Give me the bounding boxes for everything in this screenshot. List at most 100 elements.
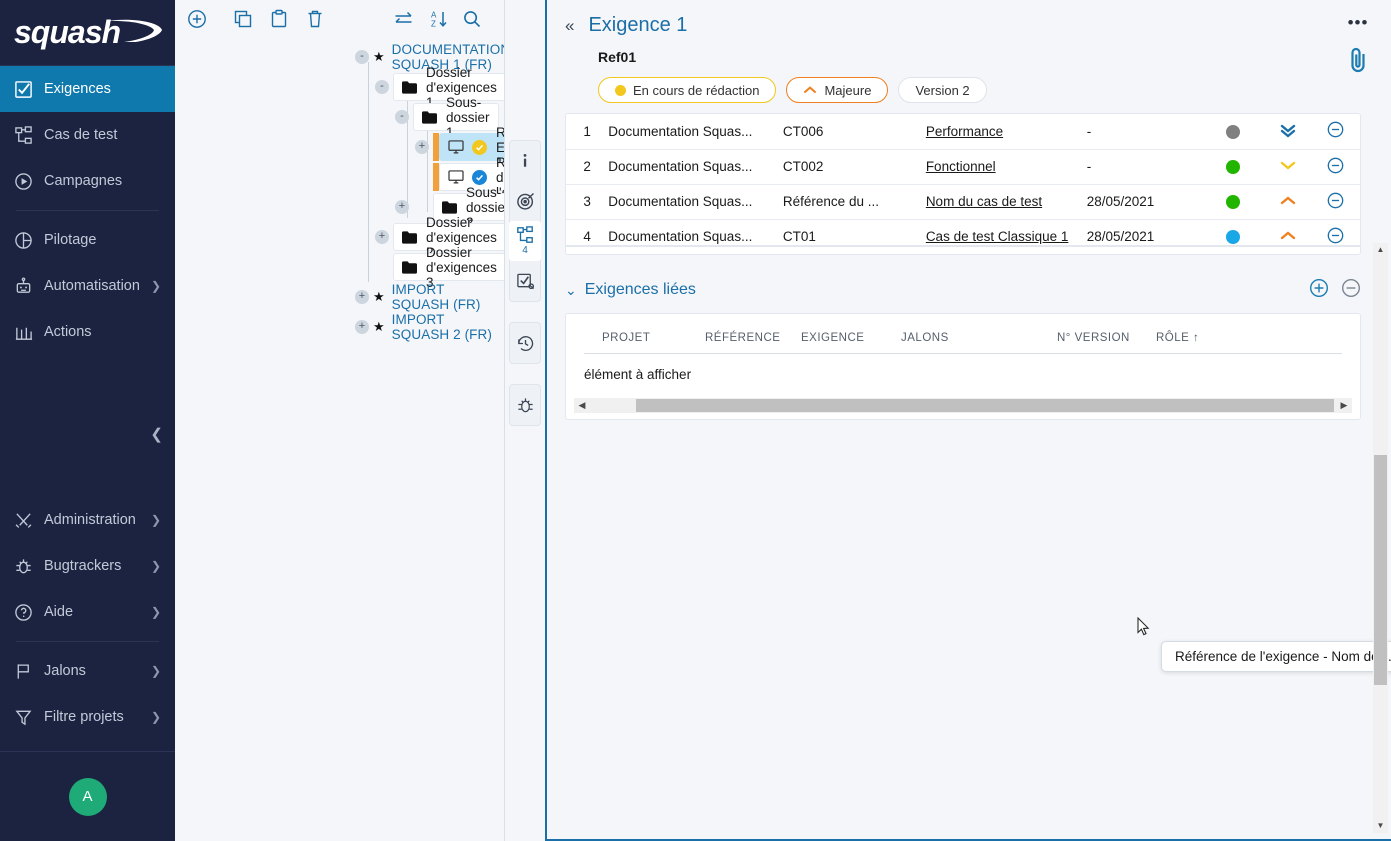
linked-test-cases-icon[interactable]: 4 (509, 221, 541, 261)
app-logo[interactable]: squash (0, 0, 175, 66)
sidebar-item-jalons[interactable]: Jalons ❯ (0, 648, 175, 694)
more-options-icon[interactable]: ••• (1348, 14, 1369, 31)
test-case-link[interactable]: Performance (926, 124, 1003, 139)
version-badge[interactable]: Version 2 (898, 77, 986, 103)
priority-badge[interactable]: Majeure (786, 77, 888, 103)
column-header-projet[interactable]: PROJET (602, 332, 705, 344)
folder-icon (422, 111, 437, 124)
tree-expander[interactable]: - (375, 80, 389, 94)
test-case-link[interactable]: Fonctionnel (926, 159, 996, 174)
scroll-right-arrow-icon[interactable]: ▶ (1336, 400, 1352, 411)
sidebar-item-automatisation[interactable]: Automatisation ❯ (0, 263, 175, 309)
tree-node-requirement[interactable]: Référence de l'exigence... (175, 162, 504, 192)
tree-expander[interactable]: + (415, 140, 429, 154)
tree-expander[interactable]: + (375, 230, 389, 244)
row-remove[interactable] (1311, 184, 1360, 219)
column-header-reference[interactable]: RÉFÉRENCE (705, 332, 801, 344)
version-label: Version 2 (915, 83, 969, 98)
paperclip-icon[interactable] (1347, 45, 1369, 80)
tree-expander[interactable]: - (355, 50, 369, 64)
table-row[interactable]: 1 Documentation Squas... CT006 Performan… (566, 114, 1360, 149)
sidebar-item-administration[interactable]: Administration ❯ (0, 497, 175, 543)
sidebar-item-filtre-projets[interactable]: Filtre projets ❯ (0, 694, 175, 740)
sidebar-item-exigences[interactable]: Exigences (0, 66, 175, 112)
sort-asc-icon: ↑ (1193, 332, 1199, 344)
tree-node-label[interactable]: IMPORT SQUASH (FR) (392, 282, 504, 312)
tree-node-label[interactable]: IMPORT SQUASH 2 (FR) (392, 312, 504, 342)
status-badge[interactable]: En cours de rédaction (598, 77, 776, 103)
sidebar-item-aide[interactable]: Aide ❯ (0, 589, 175, 635)
double-chevron-left-icon[interactable]: « (565, 17, 574, 34)
row-name[interactable]: Cas de test Classique 1 (926, 219, 1087, 254)
table-row[interactable]: 4 Documentation Squas... CT01 Cas de tes… (566, 219, 1360, 254)
row-name[interactable]: Nom du cas de test (926, 184, 1087, 219)
scroll-left-arrow-icon[interactable]: ◀ (574, 400, 590, 411)
linked-test-cases-card: 1 Documentation Squas... CT006 Performan… (565, 113, 1361, 255)
tree-node-box[interactable]: Dossier d'exigences 3 (393, 253, 505, 281)
tree-node-project[interactable]: + ★ IMPORT SQUASH (FR) (175, 282, 504, 312)
filter-icon (14, 708, 44, 727)
sidebar-item-campagnes[interactable]: Campagnes (0, 158, 175, 204)
sort-az-icon[interactable]: AZ (428, 9, 448, 29)
table-row[interactable]: 2 Documentation Squas... CT002 Fonctionn… (566, 149, 1360, 184)
add-circle-icon[interactable] (1309, 278, 1329, 303)
add-icon[interactable] (187, 9, 207, 29)
move-icon[interactable] (393, 9, 414, 29)
table-row[interactable]: 3 Documentation Squas... Référence du ..… (566, 184, 1360, 219)
user-menu[interactable]: A (0, 751, 175, 841)
tree-expander[interactable]: + (355, 320, 369, 334)
row-remove[interactable] (1311, 114, 1360, 149)
search-icon[interactable] (462, 9, 482, 29)
delete-icon[interactable] (305, 9, 325, 29)
tree-expander[interactable]: - (395, 110, 409, 124)
row-remove[interactable] (1311, 219, 1360, 254)
row-name[interactable]: Performance (926, 114, 1087, 149)
remove-circle-icon[interactable] (1341, 278, 1361, 303)
sidebar-item-bugtrackers[interactable]: Bugtrackers ❯ (0, 543, 175, 589)
scrollbar-track[interactable] (1374, 257, 1387, 819)
row-reference: CT002 (783, 149, 926, 184)
column-header-jalons[interactable]: JALONS (901, 332, 1057, 344)
column-header-role[interactable]: RÔLE ↑ (1156, 332, 1199, 344)
logo-swoosh-icon (106, 16, 162, 42)
column-header-version[interactable]: N° VERSION (1057, 332, 1156, 344)
horizontal-scrollbar[interactable]: ◀ ▶ (574, 398, 1352, 413)
tree-node-folder[interactable]: - Sous-dossier 1 (175, 102, 504, 132)
tree-node-project[interactable]: + ★ IMPORT SQUASH 2 (FR) (175, 312, 504, 342)
bug-icon[interactable] (509, 385, 541, 425)
verify-icon[interactable] (509, 261, 541, 301)
vertical-scrollbar[interactable]: ▲ ▼ (1373, 243, 1388, 833)
tree-expander[interactable]: + (355, 290, 369, 304)
row-index: 3 (566, 184, 608, 219)
column-header-exigence[interactable]: EXIGENCE (801, 332, 901, 344)
scroll-up-arrow-icon[interactable]: ▲ (1377, 243, 1385, 257)
row-date: 28/05/2021 (1087, 219, 1202, 254)
scrollbar-thumb[interactable] (636, 399, 1334, 412)
scrollbar-thumb[interactable] (1374, 455, 1387, 685)
tree-node-folder[interactable]: Dossier d'exigences 3 (175, 252, 504, 282)
sidebar-item-cas-de-test[interactable]: Cas de test (0, 112, 175, 158)
sidebar-collapse-button[interactable]: ❮ (150, 425, 163, 443)
row-name[interactable]: Fonctionnel (926, 149, 1087, 184)
copy-icon[interactable] (233, 9, 253, 29)
detail-body: 1 Documentation Squas... CT006 Performan… (547, 103, 1391, 839)
info-icon[interactable] (509, 141, 541, 181)
requirement-reference: Ref01 (598, 49, 1373, 65)
chevron-up-icon (803, 83, 817, 98)
test-case-link[interactable]: Nom du cas de test (926, 194, 1042, 209)
sidebar-item-pilotage[interactable]: Pilotage (0, 217, 175, 263)
row-remove[interactable] (1311, 149, 1360, 184)
target-icon[interactable] (509, 181, 541, 221)
scroll-down-arrow-icon[interactable]: ▼ (1377, 819, 1385, 833)
sidebar-nav-list: Exigences Cas de test Campagnes (0, 66, 175, 355)
test-case-link[interactable]: Cas de test Classique 1 (926, 229, 1069, 244)
tree-node-box[interactable]: Sous-dossier 1 (413, 103, 499, 131)
chevron-down-icon[interactable]: ⌄ (565, 282, 577, 299)
paste-icon[interactable] (269, 9, 289, 29)
tree-node-requirement-selected[interactable]: + Ref01 - Exigence 1 (175, 132, 504, 162)
avatar[interactable]: A (69, 778, 107, 816)
sidebar-item-actions[interactable]: Actions (0, 309, 175, 355)
tree-expander[interactable]: + (395, 200, 409, 214)
history-icon[interactable] (509, 323, 541, 363)
folder-icon (402, 261, 417, 274)
